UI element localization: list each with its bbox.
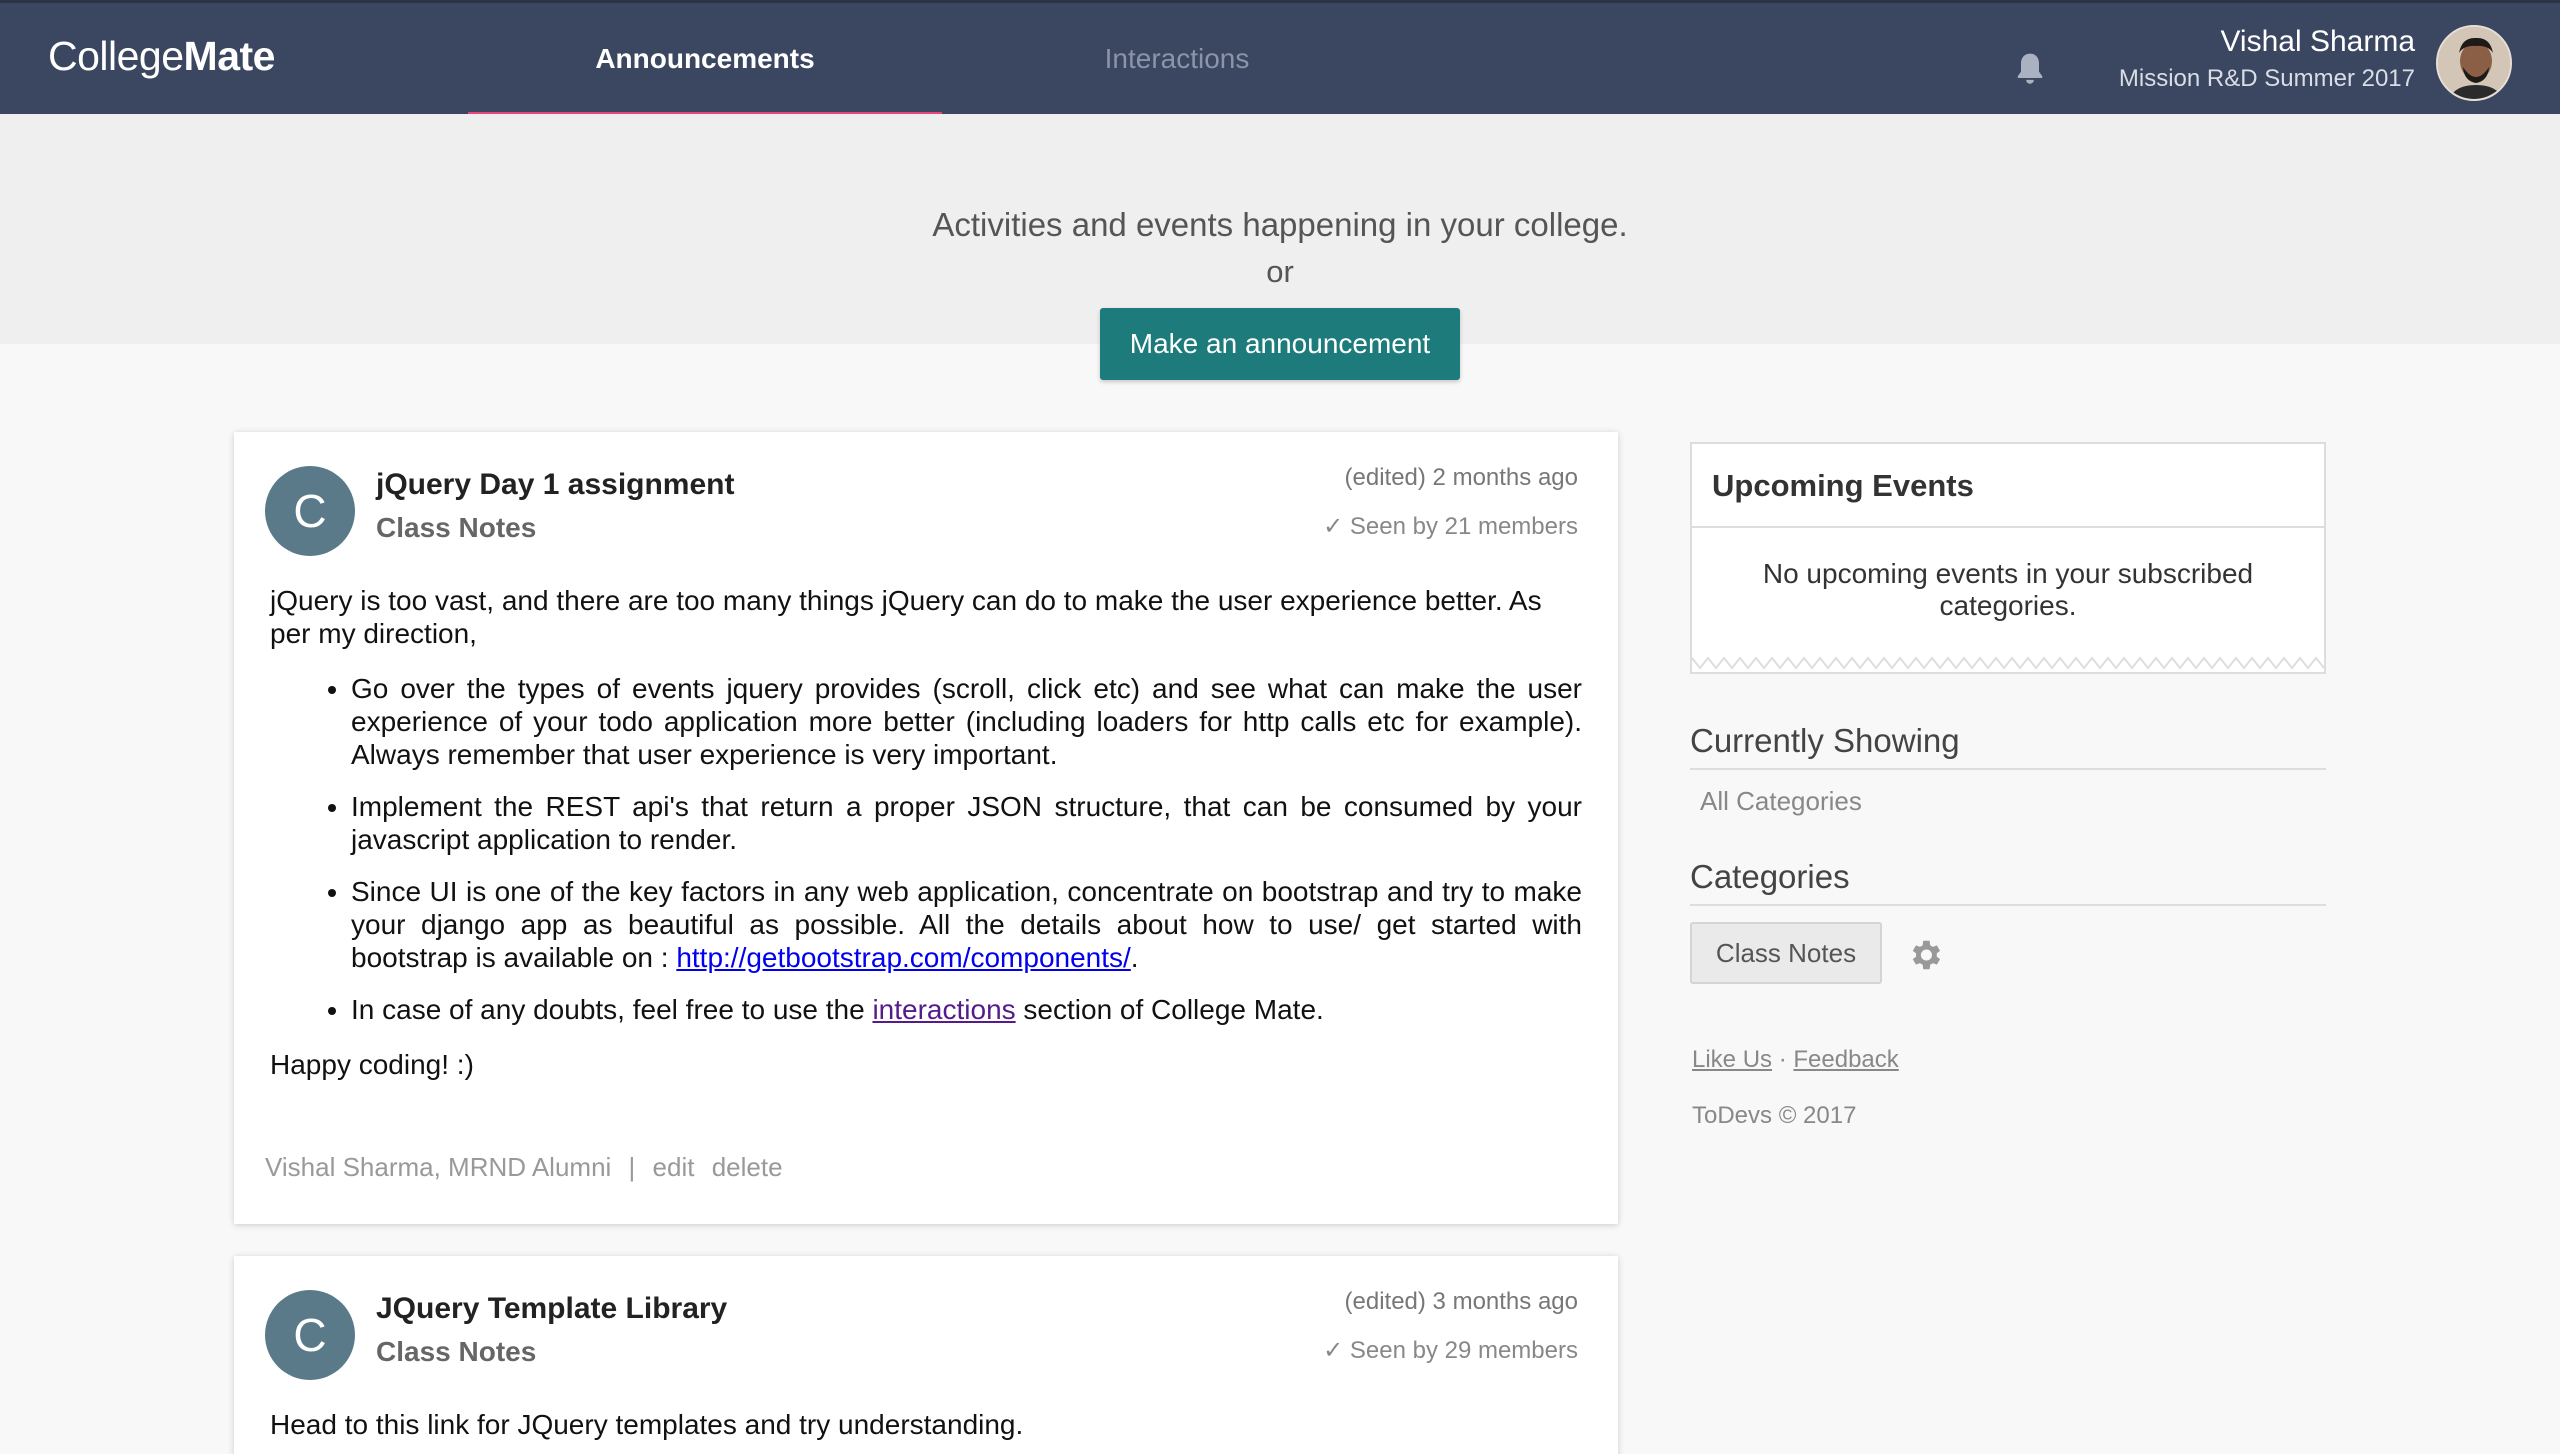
- zigzag-edge: [1692, 656, 2324, 670]
- user-subtitle: Mission R&D Summer 2017: [2118, 65, 2415, 92]
- post-seen-count[interactable]: ✓ Seen by 21 members: [1323, 512, 1578, 541]
- user-name[interactable]: Vishal Sharma: [2220, 25, 2415, 59]
- delete-link[interactable]: delete: [712, 1152, 783, 1182]
- post-card: C JQuery Template Library Class Notes (e…: [234, 1256, 1618, 1454]
- tab-interactions[interactable]: Interactions: [942, 3, 1412, 114]
- post-text: Head to this link for JQuery templates a…: [270, 1409, 1024, 1440]
- interactions-link[interactable]: interactions: [872, 994, 1015, 1025]
- top-navbar: CollegeMate Announcements Interactions V…: [0, 0, 2560, 117]
- post-bullet: Go over the types of events jquery provi…: [351, 672, 1582, 771]
- post-bullet: In case of any doubts, feel free to use …: [351, 993, 1582, 1026]
- post-category[interactable]: Class Notes: [376, 1336, 536, 1368]
- post-body: Head to this link for JQuery templates a…: [270, 1408, 1582, 1454]
- post-bullet-list: Go over the types of events jquery provi…: [315, 672, 1582, 1026]
- currently-showing-value: All Categories: [1700, 786, 1862, 816]
- brand-bold: Mate: [183, 33, 276, 79]
- post-card: C jQuery Day 1 assignment Class Notes (e…: [234, 432, 1618, 1224]
- make-announcement-button[interactable]: Make an announcement: [1100, 308, 1460, 380]
- post-footer: Vishal Sharma, MRND Alumni | edit delete: [265, 1152, 793, 1183]
- categories-heading: Categories: [1690, 858, 2326, 906]
- post-timestamp: (edited) 3 months ago: [1344, 1288, 1578, 1315]
- post-bullet: Since UI is one of the key factors in an…: [351, 875, 1582, 974]
- copyright: ToDevs © 2017: [1692, 1102, 1857, 1129]
- post-bullet-text: In case of any doubts, feel free to use …: [351, 994, 873, 1025]
- post-seen-count[interactable]: ✓ Seen by 29 members: [1323, 1336, 1578, 1365]
- like-us-link[interactable]: Like Us: [1692, 1046, 1772, 1073]
- post-title[interactable]: JQuery Template Library: [376, 1292, 727, 1326]
- post-bullet-text: section of College Mate.: [1015, 994, 1324, 1025]
- user-avatar[interactable]: [2436, 25, 2512, 101]
- post-author: Vishal Sharma, MRND Alumni: [265, 1152, 612, 1182]
- post-body: jQuery is too vast, and there are too ma…: [270, 584, 1582, 1103]
- post-avatar: C: [265, 1290, 355, 1380]
- upcoming-events-title: Upcoming Events: [1692, 444, 2324, 528]
- upcoming-events-empty-message: No upcoming events in your subscribed ca…: [1762, 558, 2254, 621]
- hero-or: or: [1266, 254, 1294, 289]
- post-timestamp: (edited) 2 months ago: [1344, 464, 1578, 491]
- post-category[interactable]: Class Notes: [376, 512, 536, 544]
- user-avatar-image: [2438, 27, 2510, 99]
- feedback-link[interactable]: Feedback: [1793, 1046, 1898, 1073]
- currently-showing-heading: Currently Showing: [1690, 722, 2326, 770]
- edit-link[interactable]: edit: [653, 1152, 695, 1182]
- upcoming-events-panel: Upcoming Events No upcoming events in yo…: [1690, 442, 2326, 674]
- category-chip-class-notes[interactable]: Class Notes: [1690, 922, 1882, 984]
- brand-light: College: [48, 33, 184, 79]
- footer-links: Like Us · Feedback: [1692, 1046, 1899, 1074]
- gear-icon[interactable]: [1906, 936, 1944, 974]
- footer-dot: ·: [1778, 1046, 1787, 1073]
- post-outro: Happy coding! :): [270, 1049, 474, 1080]
- hero-subtitle: Activities and events happening in your …: [932, 206, 1628, 243]
- bell-icon[interactable]: [2014, 51, 2046, 87]
- brand-logo[interactable]: CollegeMate: [48, 33, 275, 80]
- post-title[interactable]: jQuery Day 1 assignment: [376, 468, 734, 502]
- post-avatar: C: [265, 466, 355, 556]
- post-bullet: Implement the REST api's that return a p…: [351, 790, 1582, 856]
- post-intro: jQuery is too vast, and there are too ma…: [270, 585, 1542, 649]
- bootstrap-link[interactable]: http://getbootstrap.com/components/: [676, 942, 1130, 973]
- tab-announcements[interactable]: Announcements: [468, 3, 942, 117]
- post-bullet-end: .: [1130, 942, 1139, 973]
- footer-separator: |: [628, 1152, 636, 1182]
